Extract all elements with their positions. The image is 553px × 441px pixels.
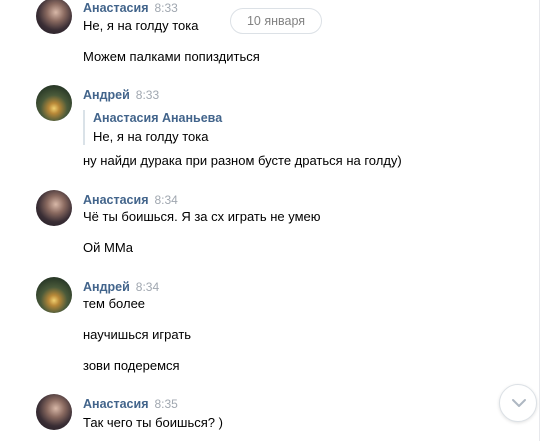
message-group: Анастасия 8:34 Чё ты боишься. Я за сх игр… (0, 190, 540, 260)
message-header: Андрей 8:33 (83, 88, 159, 102)
scrollbar[interactable] (539, 0, 553, 441)
scroll-to-bottom-button[interactable] (499, 384, 537, 422)
quote-text: Не, я на голду тока (93, 129, 209, 144)
message-text: Не, я на голду тока (83, 18, 199, 33)
avatar[interactable] (36, 190, 72, 226)
message-time[interactable]: 8:34 (136, 280, 159, 294)
quote-author[interactable]: Анастасия Ананьева (93, 110, 222, 126)
reply-quote[interactable]: Анастасия Ананьева Не, я на голду тока (83, 110, 222, 145)
message-history[interactable]: Анастасия 8:33 Не, я на голду тока Можем … (0, 0, 540, 441)
author-name[interactable]: Андрей (83, 88, 130, 102)
message-time[interactable]: 8:34 (155, 193, 178, 207)
date-separator: 10 января (230, 8, 322, 34)
author-name[interactable]: Анастасия (83, 193, 149, 207)
message-text: научишься играть (83, 327, 192, 342)
message-text: ну найди дурака при разном бусте драться… (83, 153, 402, 168)
avatar[interactable] (36, 0, 72, 34)
message-text: Чё ты боишься. Я за сх играть не умею (83, 209, 321, 224)
avatar[interactable] (36, 394, 72, 430)
message-time[interactable]: 8:33 (136, 88, 159, 102)
message-time[interactable]: 8:33 (155, 1, 178, 15)
message-text: Ой ММа (83, 240, 134, 255)
message-group: Андрей 8:33 Анастасия Ананьева Не, я на г… (0, 85, 540, 175)
author-name[interactable]: Анастасия (83, 397, 149, 411)
author-name[interactable]: Андрей (83, 280, 130, 294)
message-group: Андрей 8:34 тем более научишься играть зо… (0, 277, 540, 377)
chevron-down-icon (512, 399, 526, 407)
message-header: Анастасия 8:35 (83, 397, 178, 411)
message-text: тем более (83, 296, 146, 311)
message-text: Так чего ты боишься? ) (83, 415, 223, 430)
message-text: Можем палками попиздиться (83, 49, 260, 64)
message-group: Анастасия 8:35 Так чего ты боишься? ) (0, 394, 540, 441)
message-header: Анастасия 8:34 (83, 193, 178, 207)
message-text: зови подеремся (83, 358, 180, 373)
message-header: Анастасия 8:33 (83, 1, 178, 15)
avatar[interactable] (36, 85, 72, 121)
message-header: Андрей 8:34 (83, 280, 159, 294)
message-time[interactable]: 8:35 (155, 397, 178, 411)
avatar[interactable] (36, 277, 72, 313)
author-name[interactable]: Анастасия (83, 1, 149, 15)
